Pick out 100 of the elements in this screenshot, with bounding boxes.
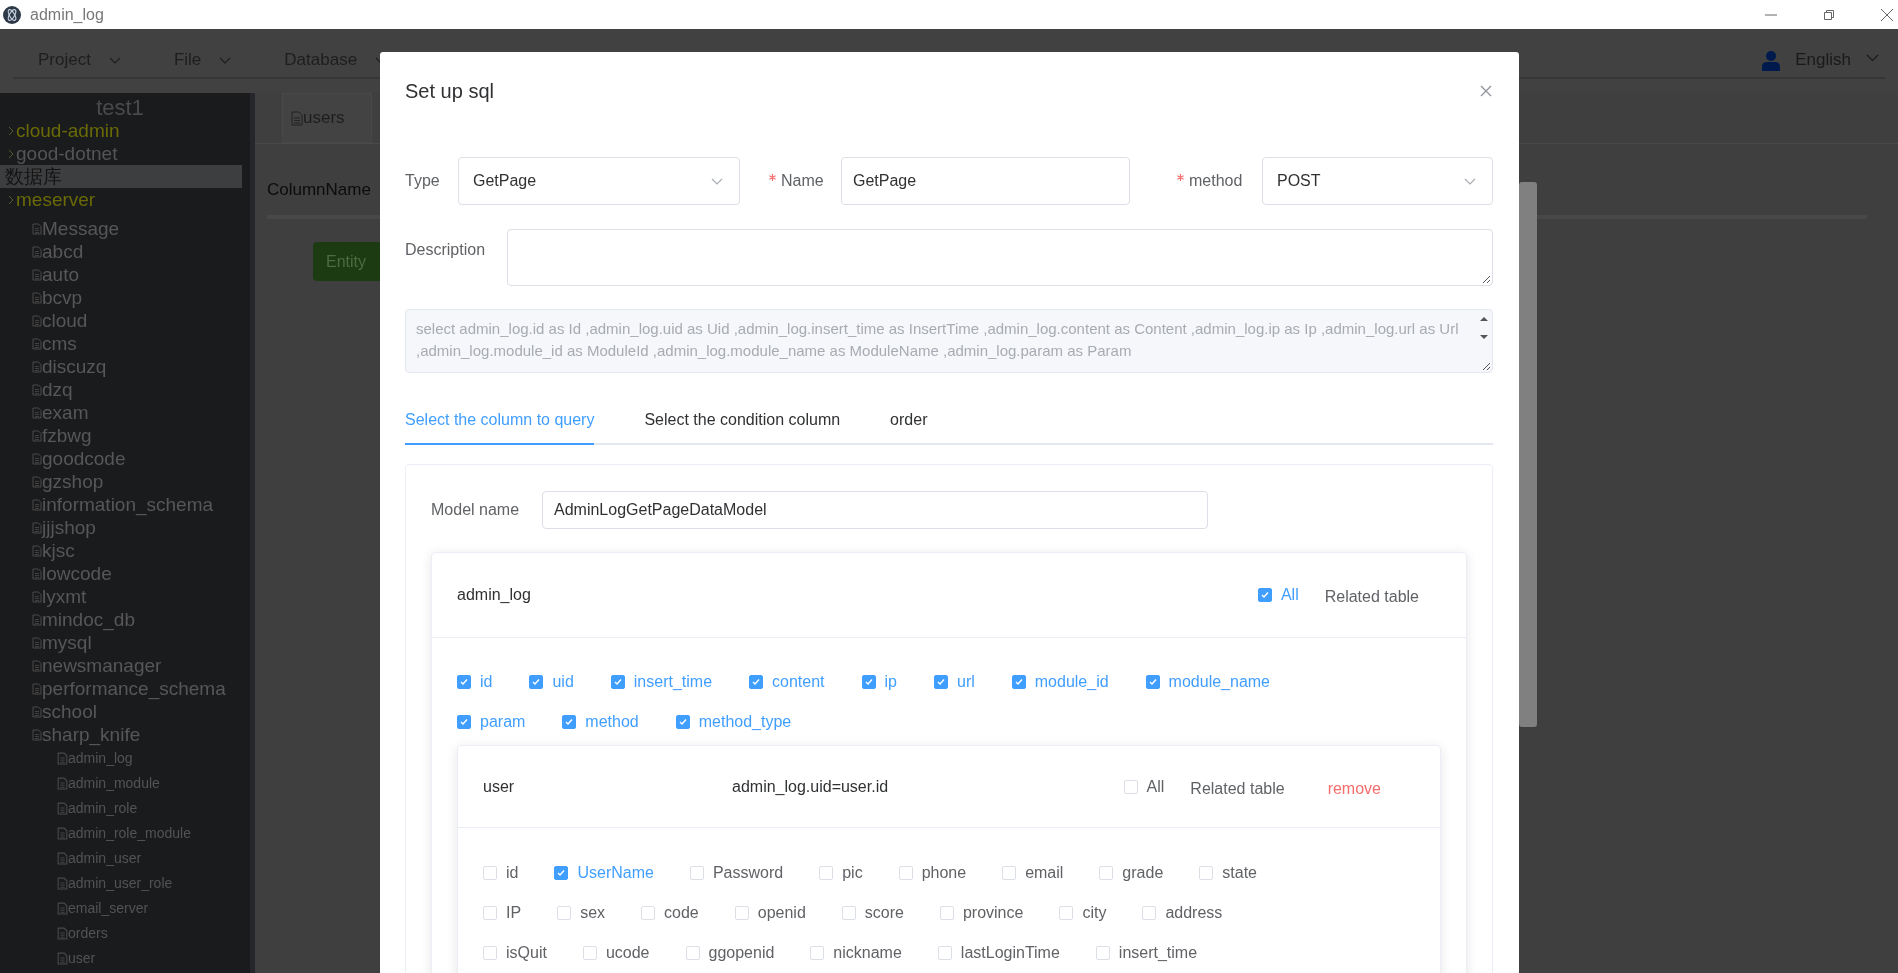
- close-icon[interactable]: [1480, 85, 1492, 97]
- tab[interactable]: Select the condition column: [644, 397, 841, 445]
- checkbox[interactable]: [1145, 675, 1160, 689]
- user-icon[interactable]: [1761, 49, 1782, 71]
- description-field[interactable]: [507, 229, 1493, 286]
- tree-item[interactable]: admin_user_role: [68, 871, 173, 896]
- checkbox-label[interactable]: nickname: [833, 941, 902, 965]
- tree-item[interactable]: performance_schema: [42, 677, 226, 700]
- checkbox-label[interactable]: param: [480, 710, 526, 734]
- tree-item[interactable]: lyxmt: [42, 585, 87, 608]
- tree-item[interactable]: admin_user: [68, 846, 142, 871]
- checkbox[interactable]: [861, 675, 876, 689]
- tree-item[interactable]: gzshop: [42, 470, 104, 493]
- remove-link[interactable]: remove: [1327, 772, 1381, 801]
- related-table-link[interactable]: Related table: [1324, 581, 1419, 609]
- tab[interactable]: Select the column to query: [405, 397, 595, 445]
- tree-item[interactable]: abcd: [42, 240, 84, 263]
- tree-item[interactable]: admin_log: [68, 746, 133, 771]
- tree-item[interactable]: admin_module: [68, 771, 160, 796]
- checkbox[interactable]: [562, 715, 577, 729]
- tree-item[interactable]: admin_role: [68, 796, 138, 821]
- tree-item[interactable]: mindoc_db: [42, 608, 135, 631]
- checkbox-label[interactable]: UserName: [577, 861, 654, 885]
- checkbox[interactable]: [610, 675, 625, 689]
- checkbox-label[interactable]: method_type: [698, 710, 792, 734]
- checkbox-label[interactable]: address: [1165, 901, 1223, 925]
- checkbox-label[interactable]: city: [1082, 901, 1107, 925]
- tree-item[interactable]: orders: [68, 921, 108, 946]
- checkbox-label[interactable]: isQuit: [506, 941, 547, 965]
- chevron-down-icon[interactable]: [108, 56, 121, 64]
- scrollbar[interactable]: [1519, 182, 1537, 727]
- model-name-field[interactable]: AdminLogGetPageDataModel: [542, 491, 1208, 529]
- checkbox[interactable]: [934, 675, 948, 689]
- checkbox-label[interactable]: pic: [842, 861, 863, 885]
- tree-item[interactable]: dzq: [42, 378, 73, 401]
- checkbox-label[interactable]: module_name: [1168, 670, 1270, 694]
- checkbox-label[interactable]: module_id: [1034, 670, 1109, 694]
- tree-item[interactable]: Message: [42, 217, 120, 240]
- checkbox-label[interactable]: province: [962, 901, 1024, 925]
- tree-item[interactable]: user: [68, 946, 96, 971]
- checkbox-label[interactable]: code: [664, 901, 699, 925]
- tree-item[interactable]: kjsc: [42, 539, 75, 562]
- checkbox[interactable]: [529, 675, 544, 689]
- select-field[interactable]: GetPage: [458, 157, 740, 205]
- checkbox[interactable]: [1011, 675, 1026, 689]
- checkbox-label[interactable]: score: [864, 901, 904, 925]
- tree-item[interactable]: fzbwg: [42, 424, 92, 447]
- chevron-right-icon[interactable]: [8, 125, 14, 136]
- chevron-right-icon[interactable]: [8, 148, 14, 159]
- tree-item[interactable]: jjjshop: [42, 516, 96, 539]
- checkbox-label[interactable]: grade: [1122, 861, 1164, 885]
- checkbox-label[interactable]: uid: [552, 670, 574, 694]
- chevron-down-icon[interactable]: [219, 56, 232, 64]
- restore-icon[interactable]: [1822, 7, 1836, 22]
- select-field[interactable]: POST: [1262, 157, 1493, 205]
- checkbox[interactable]: [457, 675, 471, 689]
- checkbox[interactable]: [554, 866, 569, 880]
- tree-item[interactable]: school: [42, 700, 97, 723]
- tree-item[interactable]: good-dotnet: [16, 142, 118, 165]
- checkbox-label[interactable]: method: [585, 710, 639, 734]
- checkbox-label[interactable]: id: [506, 861, 519, 885]
- checkbox-label[interactable]: ip: [884, 670, 897, 694]
- checkbox-label[interactable]: url: [957, 670, 975, 694]
- tree-item[interactable]: meserver: [16, 188, 96, 211]
- tree-item[interactable]: cloud-admin: [16, 119, 120, 142]
- resize-grip-icon[interactable]: [1482, 275, 1491, 284]
- tree-item[interactable]: mysql: [42, 631, 92, 654]
- checkbox-label[interactable]: ggopenid: [708, 941, 775, 965]
- checkbox-label[interactable]: id: [480, 670, 493, 694]
- tree-item[interactable]: sharp_knife: [42, 723, 141, 746]
- checkbox[interactable]: [457, 715, 471, 729]
- tree-item[interactable]: discuzq: [42, 355, 107, 378]
- tree-item[interactable]: exam: [42, 401, 89, 424]
- checkbox[interactable]: [749, 675, 764, 689]
- checkbox-label[interactable]: phone: [921, 861, 967, 885]
- checkbox-label[interactable]: All: [1280, 583, 1299, 607]
- tree-item[interactable]: auto: [42, 263, 79, 286]
- checkbox-label[interactable]: insert_time: [633, 670, 713, 694]
- tab[interactable]: order: [890, 397, 928, 445]
- scroll-arrows-icon[interactable]: [1479, 314, 1489, 342]
- chevron-right-icon[interactable]: [8, 194, 14, 205]
- tree-item[interactable]: lowcode: [42, 562, 112, 585]
- tree-item[interactable]: bcvp: [42, 286, 83, 309]
- checkbox[interactable]: [675, 715, 690, 729]
- checkbox-label[interactable]: IP: [506, 901, 522, 925]
- tree-item[interactable]: goodcode: [42, 447, 126, 470]
- tree-item[interactable]: cms: [42, 332, 77, 355]
- resize-grip-icon[interactable]: [1482, 362, 1491, 371]
- tree-item[interactable]: admin_role_module: [68, 821, 191, 846]
- checkbox-label[interactable]: ucode: [605, 941, 650, 965]
- text-field[interactable]: GetPage: [841, 157, 1130, 205]
- tree-item[interactable]: information_schema: [42, 493, 214, 516]
- chevron-down-icon[interactable]: [1866, 54, 1879, 62]
- related-table-link[interactable]: Related table: [1190, 772, 1285, 801]
- checkbox-label[interactable]: content: [772, 670, 825, 694]
- checkbox-label[interactable]: email: [1025, 861, 1064, 885]
- close-icon[interactable]: [1880, 7, 1894, 22]
- checkbox[interactable]: [1257, 588, 1272, 602]
- checkbox-label[interactable]: Password: [712, 861, 784, 885]
- checkbox-label[interactable]: state: [1222, 861, 1257, 885]
